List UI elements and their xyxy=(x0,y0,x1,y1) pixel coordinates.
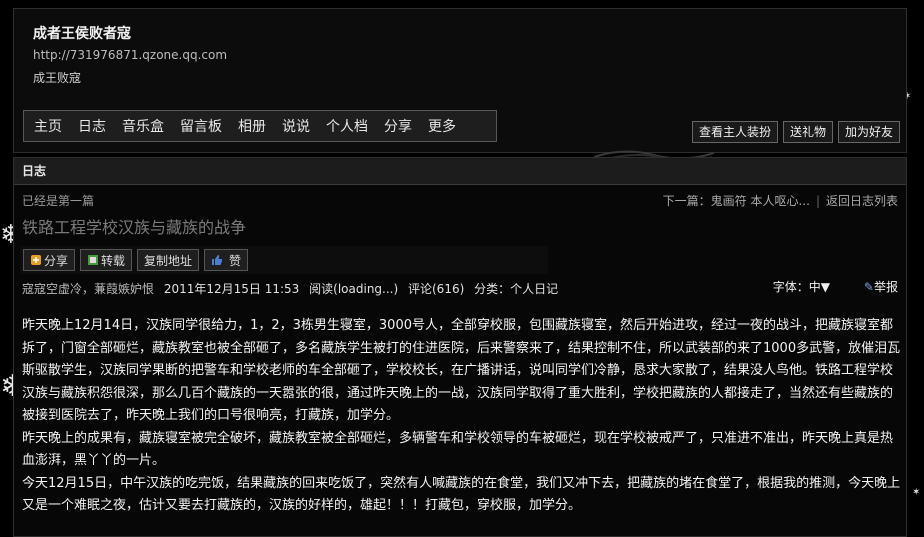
nav-separator: | xyxy=(815,194,820,208)
blog-section-title: 日志 xyxy=(14,158,906,185)
font-size-select[interactable]: 字体：中▼ xyxy=(773,278,830,295)
next-post-link[interactable]: 下一篇：鬼画符 本人呕心... xyxy=(663,194,810,208)
post-category[interactable]: 分类：个人日记 xyxy=(474,282,558,296)
main-nav: 主页 日志 音乐盒 留言板 相册 说说 个人档 分享 更多 xyxy=(23,110,497,142)
share-label: 分享 xyxy=(44,253,69,268)
site-subtitle: 成王败寇 xyxy=(33,71,82,85)
repost-button[interactable]: 转载 xyxy=(80,249,133,271)
repost-label: 转载 xyxy=(101,253,126,268)
post-title: 铁路工程学校汉族与藏族的战争 xyxy=(22,218,247,237)
thumbs-up-icon xyxy=(211,254,223,266)
nav-guestbook[interactable]: 留言板 xyxy=(180,116,222,136)
post-paragraph: 昨天晚上12月14日，汉族同学很给力，1，2，3栋男生寝室，3000号人，全部穿… xyxy=(22,318,901,423)
site-title: 成者王侯败者寇 xyxy=(33,26,131,42)
report-label: 举报 xyxy=(873,280,898,294)
post-comments[interactable]: 评论(616) xyxy=(408,282,464,296)
snowflake-icon: ✶ xyxy=(912,487,921,498)
send-gift-button[interactable]: 送礼物 xyxy=(782,121,833,143)
like-button[interactable]: 赞 xyxy=(204,249,249,271)
share-icon xyxy=(30,254,42,266)
like-label: 赞 xyxy=(229,253,242,268)
report-button[interactable]: ✎举报 xyxy=(864,278,898,295)
nav-shuoshuo[interactable]: 说说 xyxy=(282,116,310,136)
post-paragraph: 昨天晚上的成果有，藏族寝室被完全破坏，藏族教室被全部砸烂，多辆警车和学校领导的车… xyxy=(22,430,894,469)
nav-profile[interactable]: 个人档 xyxy=(326,116,368,136)
post-paragraph: 今天12月15日，中午汉族的吃完饭，结果藏族的回来吃饭了，突然有人喊藏族的在食堂… xyxy=(22,475,901,514)
post-actions: 分享 转载 复制地址 赞 xyxy=(20,246,548,274)
view-decoration-button[interactable]: 查看主人装扮 xyxy=(691,121,778,143)
post-navigation: 下一篇：鬼画符 本人呕心... | 返回日志列表 xyxy=(663,192,898,209)
header-buttons: 查看主人装扮 送礼物 加为好友 xyxy=(687,121,900,143)
post-author[interactable]: 寇寇空虚冷，蒹葭嫉妒恨 xyxy=(22,282,154,296)
report-icon: ✎ xyxy=(863,280,874,294)
nav-music[interactable]: 音乐盒 xyxy=(122,116,164,136)
copy-address-label: 复制地址 xyxy=(144,253,193,268)
nav-album[interactable]: 相册 xyxy=(238,116,266,136)
repost-icon xyxy=(87,254,99,266)
post-content: 昨天晚上12月14日，汉族同学很给力，1，2，3栋男生寝室，3000号人，全部穿… xyxy=(22,315,902,518)
post-meta: 寇寇空虚冷，蒹葭嫉妒恨 2011年12月15日 11:53 阅读(loading… xyxy=(22,280,564,297)
nav-share[interactable]: 分享 xyxy=(384,116,412,136)
post-reads: 阅读(loading...) xyxy=(309,282,399,296)
prev-post-note: 已经是第一篇 xyxy=(22,194,95,208)
blog-panel: 日志 已经是第一篇 下一篇：鬼画符 本人呕心... | 返回日志列表 铁路工程学校汉… xyxy=(13,157,907,537)
add-friend-button[interactable]: 加为好友 xyxy=(837,121,900,143)
copy-address-button[interactable]: 复制地址 xyxy=(137,249,200,271)
back-to-list-link[interactable]: 返回日志列表 xyxy=(826,194,898,208)
share-button[interactable]: 分享 xyxy=(23,249,76,271)
nav-more[interactable]: 更多 xyxy=(428,116,456,136)
nav-blog[interactable]: 日志 xyxy=(78,116,106,136)
site-url[interactable]: http://731976871.qzone.qq.com xyxy=(33,48,227,62)
post-date: 2011年12月15日 11:53 xyxy=(163,282,300,296)
nav-home[interactable]: 主页 xyxy=(34,116,62,136)
qzone-header: 成者王侯败者寇 http://731976871.qzone.qq.com 成王… xyxy=(13,8,907,161)
